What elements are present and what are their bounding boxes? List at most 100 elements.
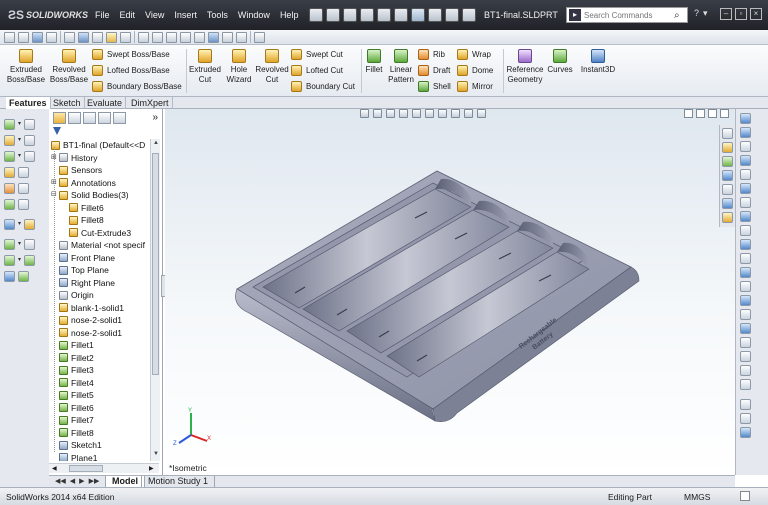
property-manager-tab-icon[interactable]	[68, 112, 81, 124]
filter-icon[interactable]	[53, 127, 61, 135]
search-type-icon[interactable]: ▸	[569, 9, 581, 21]
zoom-area-icon[interactable]	[18, 31, 29, 43]
resources-icon[interactable]	[722, 128, 733, 139]
mirror-button[interactable]: Mirror	[457, 79, 493, 93]
feature-tree-horizontal-scrollbar[interactable]: ◀ ▶	[49, 463, 159, 473]
tree-item-body-cut-extrude3[interactable]: Cut-Extrude3	[69, 227, 131, 239]
reference-geometry-button[interactable]: Reference Geometry	[506, 49, 544, 84]
restore-icon[interactable]: ▫	[735, 8, 747, 20]
menu-window[interactable]: Window	[233, 0, 275, 30]
dimxpert-manager-tab-icon[interactable]	[98, 112, 111, 124]
tree-item-top-plane[interactable]: Top Plane	[59, 264, 109, 276]
tree-item-nose-solid-a[interactable]: nose-2-solid1	[59, 314, 122, 326]
custom-properties-icon[interactable]	[722, 198, 733, 209]
perspective-icon[interactable]	[208, 31, 219, 43]
extrude-icon[interactable]	[4, 135, 15, 146]
boundary-boss-button[interactable]: Boundary Boss/Base	[92, 79, 182, 93]
save-icon[interactable]	[360, 8, 375, 22]
hole-wizard-button[interactable]: Hole Wizard	[224, 49, 254, 84]
menu-edit[interactable]: Edit	[115, 0, 141, 30]
search-icon[interactable]: ⌕	[674, 10, 680, 21]
tree-item-fillet3[interactable]: Fillet3	[59, 364, 94, 376]
wireframe-icon[interactable]	[194, 31, 205, 43]
select-arrow-icon[interactable]	[411, 8, 426, 22]
sketch-icon[interactable]	[24, 219, 36, 230]
swept-boss-button[interactable]: Swept Boss/Base	[92, 47, 170, 61]
undo-icon[interactable]	[394, 8, 409, 22]
search-commands-box[interactable]: ▸ ⌕	[566, 7, 688, 23]
help-question-icon[interactable]: ?	[694, 8, 699, 19]
lofted-boss-button[interactable]: Lofted Boss/Base	[92, 63, 170, 77]
rebuild-icon[interactable]	[428, 8, 443, 22]
close-icon[interactable]: ×	[750, 8, 762, 20]
tree-item-front-plane[interactable]: Front Plane	[59, 252, 115, 264]
tree-item-nose-solid-b[interactable]: nose-2-solid1	[59, 327, 122, 339]
next-tab-icon[interactable]: ▶	[79, 477, 84, 485]
edit-appearance-icon[interactable]	[106, 31, 117, 43]
wrap-button[interactable]: Wrap	[457, 47, 491, 61]
lofted-cut-button[interactable]: Lofted Cut	[291, 63, 343, 77]
first-tab-icon[interactable]: ◀◀	[55, 477, 66, 485]
tree-item-history[interactable]: ⊞ History	[51, 152, 97, 164]
shell-button[interactable]: Shell	[418, 79, 451, 93]
fillet-tool-icon[interactable]	[4, 151, 15, 162]
tree-item-fillet4[interactable]: Fillet4	[59, 377, 94, 389]
fillet-button[interactable]: Fillet	[364, 49, 384, 75]
expand-icon[interactable]: ⊞	[51, 152, 59, 164]
feature-tree-tab-icon[interactable]	[53, 112, 66, 124]
scroll-right-icon[interactable]: ▶	[149, 465, 154, 472]
slot-icon[interactable]	[740, 169, 751, 180]
unit-system-text[interactable]: MMGS	[684, 492, 710, 502]
zoom-to-fit-icon[interactable]	[4, 31, 15, 43]
collapse-icon[interactable]: ⊟	[51, 189, 59, 201]
tree-item-annotations[interactable]: ⊞ Annotations	[51, 177, 116, 189]
tree-root[interactable]: BT1-final (Default<<D	[51, 139, 145, 151]
help-dropdown-icon[interactable]: ▾	[703, 8, 708, 19]
feature-icon[interactable]	[4, 167, 15, 178]
battery-tray-model[interactable]: Rechargeable Battery	[165, 109, 735, 475]
section-view-icon[interactable]	[46, 31, 57, 43]
tree-item-plane1[interactable]: Plane1	[59, 452, 97, 461]
configuration-manager-tab-icon[interactable]	[83, 112, 96, 124]
box-icon[interactable]	[24, 119, 36, 130]
scrollbar-thumb[interactable]	[152, 153, 159, 375]
display-relations-icon[interactable]	[740, 399, 751, 410]
options-icon[interactable]	[462, 8, 477, 22]
extruded-cut-button[interactable]: Extruded Cut	[188, 49, 222, 84]
tree-item-fillet8[interactable]: Fillet8	[59, 427, 94, 439]
menu-tools[interactable]: Tools	[202, 0, 233, 30]
solidworks-logo[interactable]: ƧS SOLIDWORKS	[8, 3, 88, 27]
menu-help[interactable]: Help	[275, 0, 304, 30]
reference-icon[interactable]	[4, 271, 15, 282]
tab-sketch[interactable]: Sketch	[50, 97, 85, 109]
display-manager-tab-icon[interactable]	[113, 112, 126, 124]
smart-dimension-icon[interactable]	[4, 119, 15, 130]
scroll-down-icon[interactable]: ▼	[153, 451, 159, 457]
expand-icon[interactable]: ⊞	[51, 177, 59, 189]
circle-icon[interactable]	[740, 183, 751, 194]
tree-item-body-fillet8[interactable]: Fillet8	[69, 214, 104, 226]
hidden-lines-icon[interactable]	[180, 31, 191, 43]
design-library-icon[interactable]	[722, 142, 733, 153]
box-icon[interactable]	[24, 239, 36, 250]
move-entities-icon[interactable]	[740, 379, 751, 390]
swept-cut-button[interactable]: Swept Cut	[291, 47, 343, 61]
boundary-cut-button[interactable]: Boundary Cut	[291, 79, 355, 93]
box-icon[interactable]	[24, 135, 36, 146]
linear-sketch-pattern-icon[interactable]	[740, 365, 751, 376]
shadows-icon[interactable]	[222, 31, 233, 43]
minimize-icon[interactable]: –	[720, 8, 732, 20]
polygon-icon[interactable]	[740, 211, 751, 222]
view-orientation-icon[interactable]	[64, 31, 75, 43]
pin-icon[interactable]	[309, 8, 324, 22]
spline-icon[interactable]	[740, 225, 751, 236]
rectangle-icon[interactable]	[740, 155, 751, 166]
tree-item-fillet5[interactable]: Fillet5	[59, 389, 94, 401]
scroll-up-icon[interactable]: ▲	[153, 140, 159, 146]
help-status-icon[interactable]	[740, 491, 750, 501]
last-tab-icon[interactable]: ▶▶	[89, 477, 100, 485]
tree-item-fillet7[interactable]: Fillet7	[59, 414, 94, 426]
box-icon[interactable]	[18, 199, 29, 210]
menu-view[interactable]: View	[140, 0, 169, 30]
menu-insert[interactable]: Insert	[169, 0, 202, 30]
